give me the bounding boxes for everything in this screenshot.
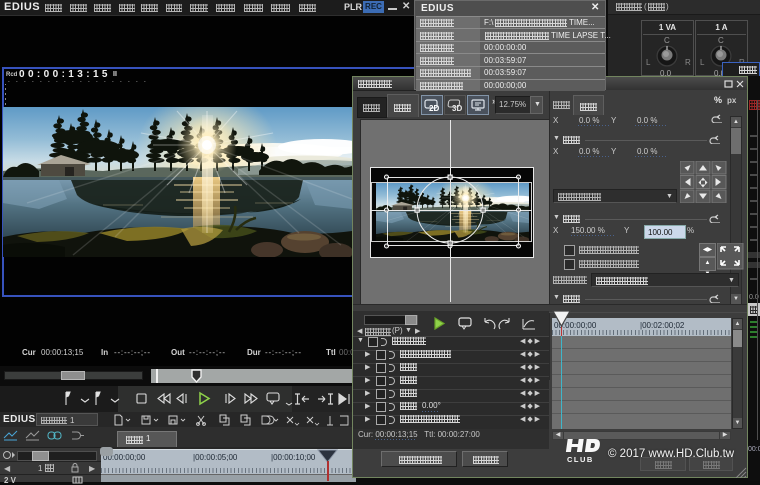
svg-text:2D: 2D [429, 104, 439, 112]
svg-text:3D: 3D [452, 104, 462, 112]
svg-text:CLUB: CLUB [567, 455, 594, 464]
